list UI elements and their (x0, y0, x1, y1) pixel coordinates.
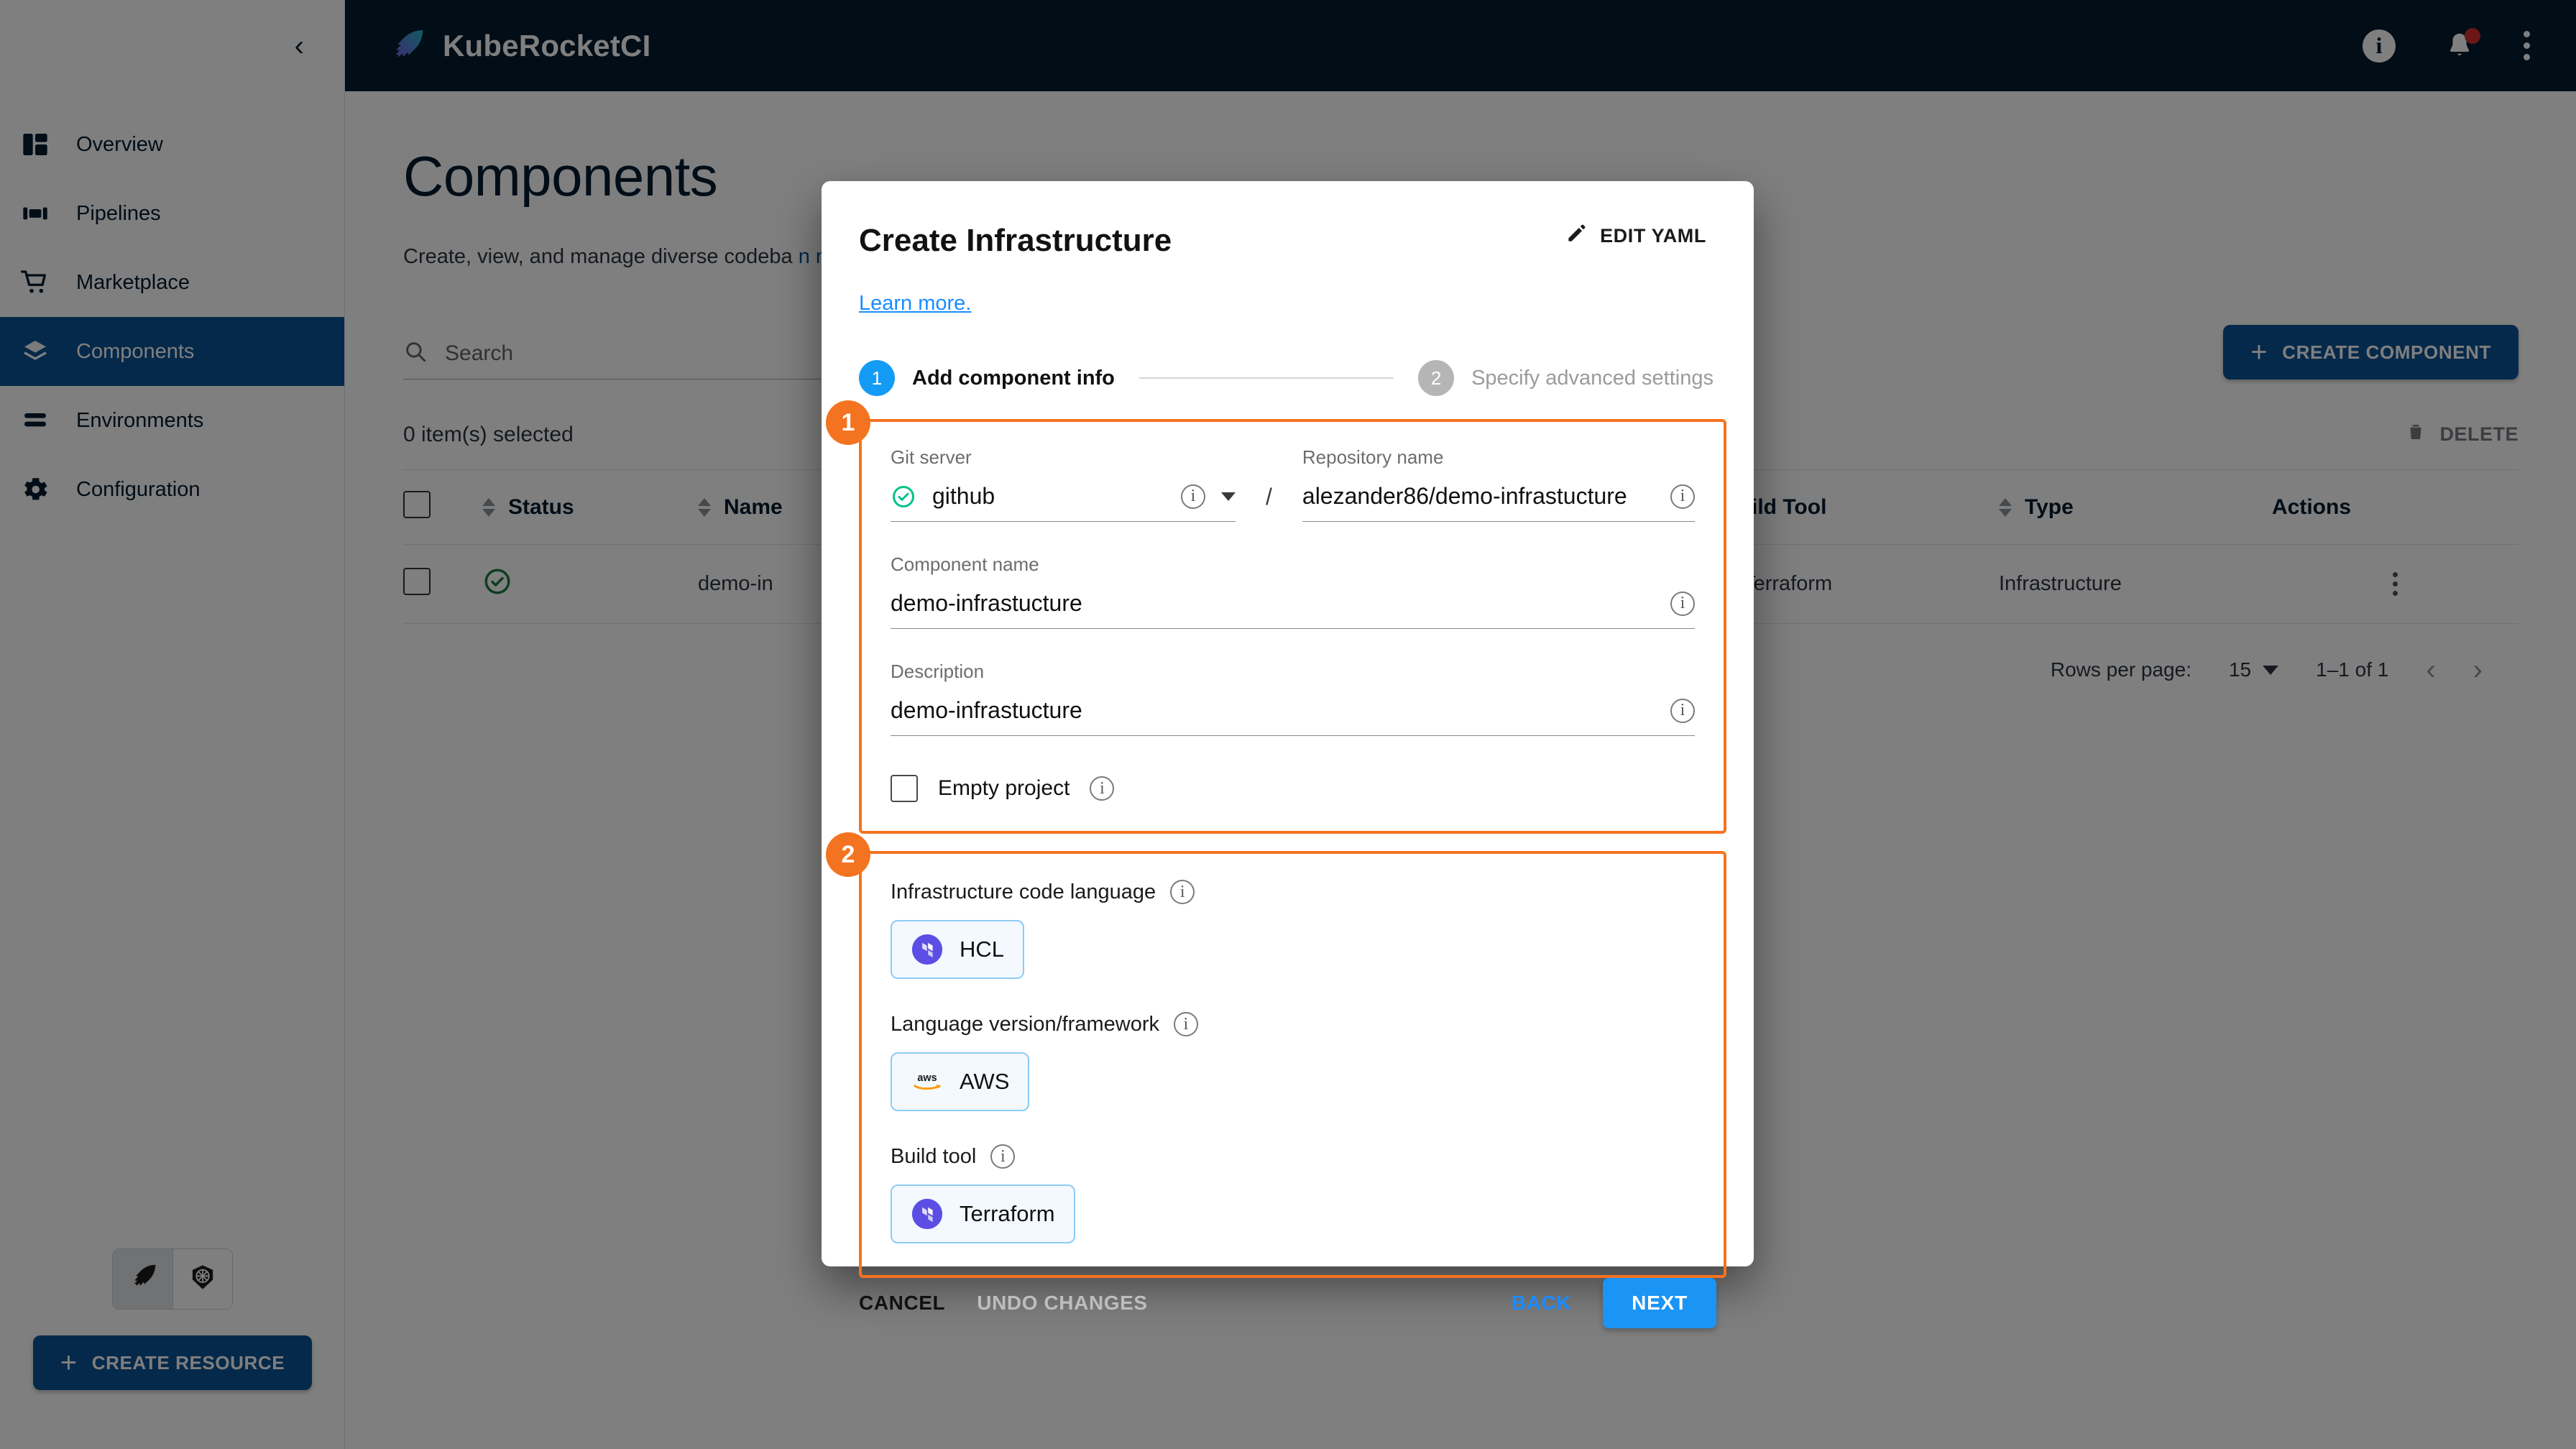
undo-changes-button[interactable]: UNDO CHANGES (977, 1292, 1147, 1315)
svg-text:aws: aws (917, 1072, 937, 1084)
component-name-field: Component name demo-infrastucture i (891, 553, 1695, 629)
step-label: Add component info (912, 366, 1115, 390)
edit-yaml-label: EDIT YAML (1600, 225, 1706, 247)
info-icon[interactable]: i (1670, 484, 1695, 509)
repository-name-input[interactable]: alezander86/demo-infrastucture i (1302, 482, 1695, 522)
language-version-label-row: Language version/framework i (891, 1012, 1695, 1036)
terraform-icon (911, 933, 944, 966)
git-server-value: github (932, 483, 995, 509)
repository-name-value: alezander86/demo-infrastucture (1302, 483, 1627, 509)
chip-hcl[interactable]: HCL (891, 920, 1025, 979)
step-number: 1 (859, 360, 895, 396)
git-server-select[interactable]: github i (891, 482, 1236, 522)
check-circle-icon (891, 484, 916, 510)
create-infrastructure-dialog: Create Infrastructure EDIT YAML Learn mo… (822, 181, 1754, 1328)
chip-terraform-label: Terraform (960, 1201, 1055, 1226)
description-input[interactable]: demo-infrastucture i (891, 696, 1695, 736)
info-icon[interactable]: i (990, 1144, 1016, 1169)
git-server-field: Git server github i (891, 446, 1236, 522)
infrastructure-code-language-label: Infrastructure code language (891, 880, 1156, 903)
empty-project-checkbox[interactable] (891, 775, 918, 802)
empty-project-row: Empty project i (891, 775, 1695, 802)
infrastructure-code-language-label-row: Infrastructure code language i (891, 880, 1695, 904)
stepper-connector (1138, 377, 1394, 379)
next-button[interactable]: NEXT (1603, 1278, 1716, 1328)
chevron-down-icon[interactable] (1221, 492, 1236, 501)
chip-hcl-label: HCL (960, 937, 1005, 962)
language-version-label: Language version/framework (891, 1012, 1159, 1036)
build-tool-label: Build tool (891, 1144, 977, 1168)
dialog-title: Create Infrastructure (859, 223, 1172, 258)
dialog-stepper: 1 Add component info 2 Specify advanced … (859, 360, 1754, 396)
edit-yaml-button[interactable]: EDIT YAML (1565, 223, 1706, 249)
aws-icon: aws (911, 1065, 944, 1098)
pencil-icon (1565, 223, 1587, 249)
chip-aws[interactable]: aws AWS (891, 1052, 1030, 1111)
path-separator: / (1266, 484, 1272, 510)
cancel-button[interactable]: CANCEL (859, 1292, 945, 1315)
step-add-component-info[interactable]: 1 Add component info (859, 360, 1115, 396)
step-label: Specify advanced settings (1471, 366, 1714, 390)
info-icon[interactable]: i (1170, 880, 1195, 904)
highlight-badge-1: 1 (826, 400, 870, 445)
info-icon[interactable]: i (1181, 484, 1205, 509)
info-icon[interactable]: i (1670, 591, 1695, 616)
info-icon[interactable]: i (1090, 776, 1115, 801)
component-name-input[interactable]: demo-infrastucture i (891, 589, 1695, 629)
info-icon[interactable]: i (1670, 698, 1695, 723)
step-specify-advanced-settings[interactable]: 2 Specify advanced settings (1418, 360, 1714, 396)
back-button[interactable]: BACK (1512, 1292, 1571, 1315)
dialog-header: Create Infrastructure EDIT YAML (822, 181, 1754, 259)
dialog-learn-more-link[interactable]: Learn more. (859, 292, 1754, 316)
chip-terraform[interactable]: Terraform (891, 1184, 1075, 1243)
step-number: 2 (1418, 360, 1455, 396)
empty-project-label: Empty project (938, 776, 1070, 800)
git-server-label: Git server (891, 446, 972, 468)
terraform-icon (911, 1197, 944, 1230)
repository-name-field: Repository name alezander86/demo-infrast… (1302, 446, 1695, 522)
git-server-row: Git server github i / Repository name al… (891, 446, 1695, 522)
component-name-label: Component name (891, 553, 1039, 575)
description-field: Description demo-infrastucture i (891, 661, 1695, 736)
highlight-region-tech-stack: 2 Infrastructure code language i HCL Lan… (826, 832, 1726, 1278)
dialog-footer-right: BACK NEXT (1512, 1278, 1716, 1328)
component-name-value: demo-infrastucture (891, 590, 1082, 616)
description-label: Description (891, 661, 985, 682)
description-value: demo-infrastucture (891, 697, 1082, 723)
repository-name-label: Repository name (1302, 446, 1444, 468)
highlight-badge-2: 2 (826, 832, 870, 877)
info-icon[interactable]: i (1173, 1012, 1198, 1036)
dialog-footer: CANCEL UNDO CHANGES BACK NEXT (822, 1278, 1754, 1360)
build-tool-label-row: Build tool i (891, 1144, 1695, 1169)
chip-aws-label: AWS (960, 1069, 1010, 1094)
highlight-region-component-info: 1 Git server github i / Repository name … (826, 400, 1726, 834)
